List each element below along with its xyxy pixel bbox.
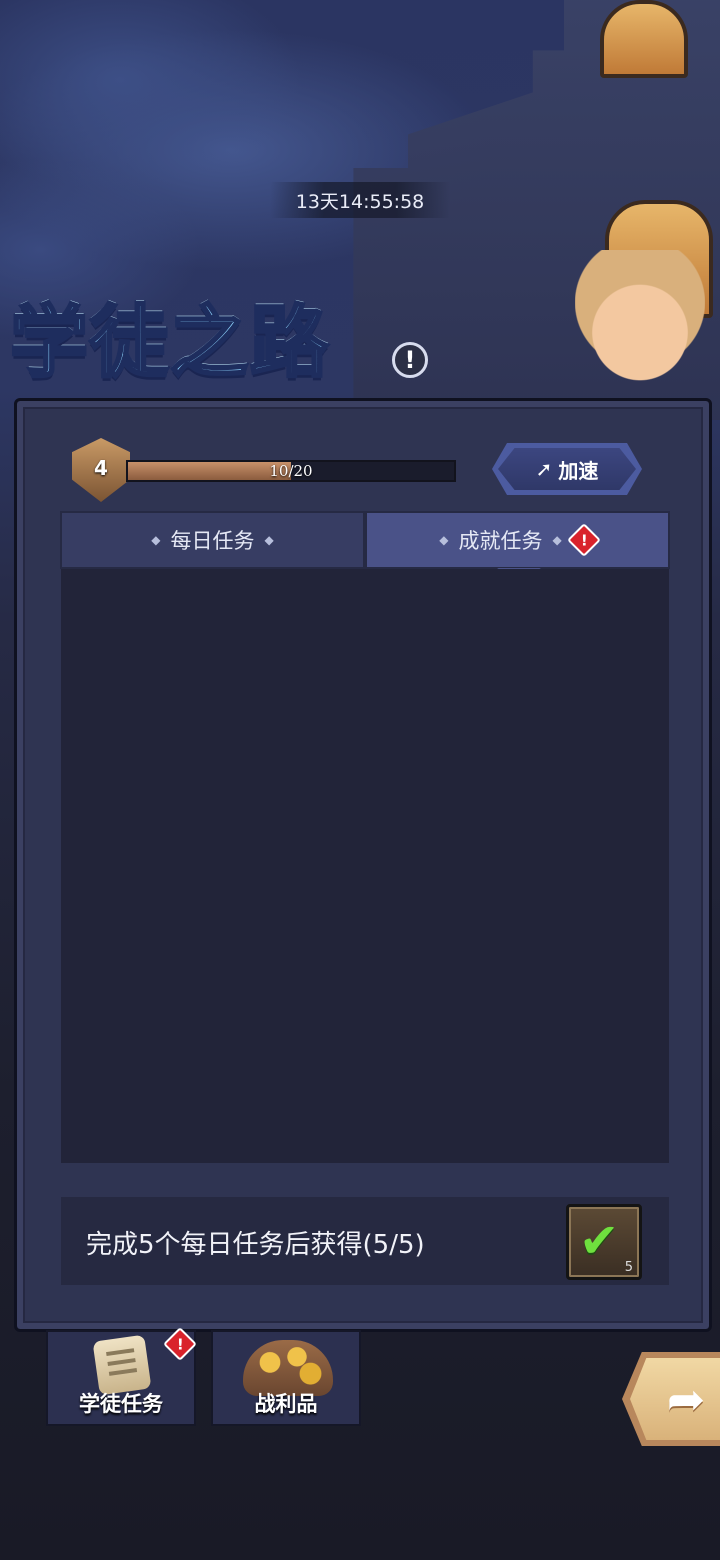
progress-text: 10/20 [269, 462, 313, 480]
loot-button[interactable]: 战利品 [211, 1330, 361, 1426]
level-value: 4 [94, 456, 108, 480]
reward-item-button[interactable]: ✔ 5 [566, 1204, 642, 1280]
lit-window-art [600, 0, 688, 78]
tab-achievement-quests[interactable]: ◆ 成就任务 ◆ ! [365, 511, 670, 569]
speed-up-label: 加速 [558, 458, 599, 483]
tab-label: 成就任务 [458, 529, 543, 553]
page-title: 学徒之路 [8, 297, 331, 390]
diamond-icon: ◆ [151, 533, 161, 547]
tab-daily-quests[interactable]: ◆ 每日任务 ◆ [60, 511, 365, 569]
diamond-icon: ◆ [439, 533, 449, 547]
level-progress-bar: 10/20 [126, 460, 456, 482]
diamond-icon: ◆ [264, 533, 274, 547]
diamond-icon: ◆ [552, 533, 562, 547]
tab-label: 每日任务 [170, 529, 255, 553]
timer-text: 13天14:55:58 [295, 190, 425, 213]
speed-up-button[interactable]: ➚ 加速 [492, 443, 642, 495]
loot-label: 战利品 [254, 1392, 318, 1416]
check-icon: ✔ [579, 1213, 620, 1269]
return-button[interactable]: ➦ [622, 1352, 720, 1446]
return-arrow-icon: ➦ [666, 1372, 706, 1426]
speed-arrow-icon: ➚ [535, 457, 553, 481]
reward-item-count: 5 [624, 1260, 633, 1275]
reward-text: 完成5个每日任务后获得(5/5) [86, 1230, 425, 1260]
quest-tabs: ◆ 每日任务 ◆ ◆ 成就任务 ◆ ! [60, 511, 670, 569]
scroll-icon [92, 1334, 152, 1396]
quest-list [61, 569, 669, 1163]
event-timer: 13天14:55:58 [270, 182, 450, 218]
exclamation-icon[interactable]: ! [392, 342, 428, 378]
character-art [575, 250, 705, 400]
apprentice-quests-label: 学徒任务 [79, 1392, 163, 1416]
alert-icon: ! [566, 523, 601, 557]
